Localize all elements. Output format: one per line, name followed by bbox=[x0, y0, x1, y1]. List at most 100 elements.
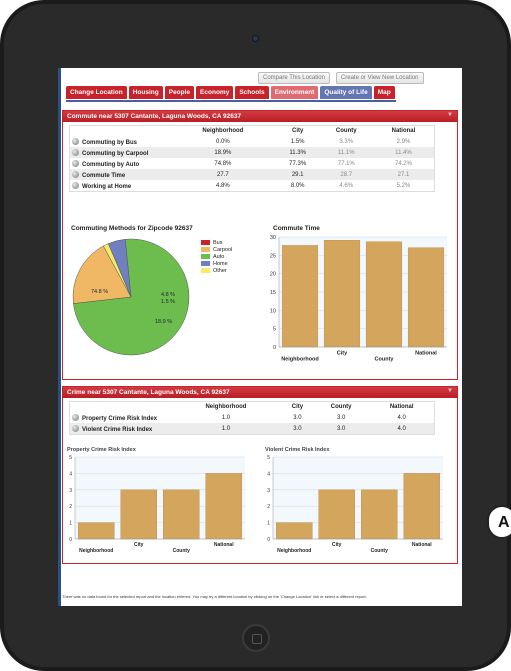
cell: 1.0 bbox=[221, 414, 231, 421]
info-icon[interactable] bbox=[72, 148, 79, 156]
info-icon[interactable] bbox=[72, 181, 79, 189]
tab-map[interactable]: Map bbox=[373, 86, 395, 99]
y-tick-label: 15 bbox=[270, 290, 276, 296]
legend-label: Home bbox=[213, 260, 228, 267]
x-tick-label: National bbox=[214, 542, 234, 548]
x-tick-label: County bbox=[375, 357, 395, 363]
bar-city bbox=[318, 489, 356, 540]
home-button[interactable] bbox=[242, 624, 270, 652]
camera-icon bbox=[252, 35, 259, 42]
legend-item-bus: Bus bbox=[201, 239, 232, 246]
collapse-chevron-icon[interactable]: ▼ bbox=[447, 388, 453, 394]
pie-chart-title: Commuting Methods for Zipcode 92637 bbox=[71, 225, 193, 232]
cell: 4.0 bbox=[369, 423, 434, 434]
tab-quality-of-life[interactable]: Quality of Life bbox=[320, 86, 372, 99]
pie-data-label: 74.8 % bbox=[91, 289, 108, 295]
tab-underline bbox=[66, 100, 396, 102]
legend-swatch bbox=[201, 254, 210, 259]
tab-people[interactable]: People bbox=[164, 86, 195, 99]
cell: 74.2% bbox=[394, 160, 412, 167]
pie-data-label: 18.9 % bbox=[155, 319, 172, 325]
property-crime-bar-chart: 0 1 2 3 4 5 Neighborhood City County National bbox=[69, 455, 245, 554]
y-tick-label: 5 bbox=[273, 327, 276, 333]
y-tick-label: 1 bbox=[69, 521, 72, 527]
info-icon[interactable] bbox=[72, 424, 79, 432]
legend-item-other: Other bbox=[201, 267, 232, 274]
table-row: Property Crime Risk Index 1.0 3.0 3.0 4.… bbox=[70, 412, 434, 423]
tab-economy[interactable]: Economy bbox=[196, 86, 234, 99]
bar-city bbox=[120, 489, 158, 540]
x-tick-label: City bbox=[134, 542, 144, 548]
row-label: Commuting by Carpool bbox=[82, 150, 149, 157]
cell: 8.0% bbox=[290, 182, 305, 189]
cell: 11.3% bbox=[275, 147, 320, 158]
info-icon[interactable] bbox=[72, 170, 79, 178]
tab-schools[interactable]: Schools bbox=[235, 86, 269, 99]
legend-label: Other bbox=[213, 267, 227, 274]
bar-national bbox=[205, 473, 243, 540]
x-tick-label: Neighborhood bbox=[281, 357, 319, 363]
table-row: Commuting by Carpool 18.9% 11.3% 11.1% 1… bbox=[70, 147, 434, 158]
row-label: Commuting by Auto bbox=[82, 161, 140, 168]
tablet-frame: A Compare This Location Create or View N… bbox=[0, 0, 511, 671]
crime-panel-header[interactable]: Crime near 5307 Cantante, Laguna Woods, … bbox=[63, 387, 457, 398]
cell: 3.0 bbox=[281, 423, 313, 434]
commute-methods-pie-chart: 74.8 % 18.9 % 4.8 %1.5 % bbox=[72, 238, 190, 356]
info-icon[interactable] bbox=[72, 137, 79, 145]
commute-table-header: Neighborhood City County National bbox=[70, 126, 434, 136]
y-tick-label: 5 bbox=[267, 455, 270, 461]
bar-neighborhood bbox=[77, 522, 115, 540]
y-tick-label: 2 bbox=[267, 504, 270, 510]
tab-change-location[interactable]: Change Location bbox=[66, 86, 127, 99]
y-tick-label: 20 bbox=[270, 272, 276, 278]
x-tick-label: Neighborhood bbox=[277, 548, 311, 554]
top-button-bar: Compare This Location Create or View New… bbox=[258, 72, 424, 84]
cell: 74.8% bbox=[214, 160, 232, 167]
info-icon[interactable] bbox=[72, 159, 79, 167]
col-city: City bbox=[292, 128, 304, 134]
tab-environment[interactable]: Environment bbox=[270, 86, 319, 99]
bar-neighborhood bbox=[275, 522, 313, 540]
commute-panel-title: Commute near 5307 Cantante, Laguna Woods… bbox=[67, 113, 242, 120]
y-tick-label: 0 bbox=[273, 345, 276, 351]
legend-item-carpool: Carpool bbox=[201, 246, 232, 253]
col-county: County bbox=[335, 128, 357, 134]
commute-panel-header[interactable]: Commute near 5307 Cantante, Laguna Woods… bbox=[63, 111, 457, 122]
bar-national bbox=[403, 473, 441, 540]
cell: 1.0 bbox=[170, 423, 282, 434]
col-county: County bbox=[330, 404, 352, 410]
compare-location-button[interactable]: Compare This Location bbox=[258, 72, 330, 84]
y-tick-label: 10 bbox=[270, 308, 276, 314]
cell: 11.1% bbox=[319, 147, 373, 158]
info-icon[interactable] bbox=[72, 413, 79, 421]
tab-housing[interactable]: Housing bbox=[128, 86, 163, 99]
x-tick-label: National bbox=[412, 542, 432, 548]
bar-county bbox=[360, 489, 398, 540]
pie-data-label: 1.5 % bbox=[161, 299, 175, 305]
report-tabs: Change Location Housing People Economy S… bbox=[66, 86, 395, 99]
legend-item-auto: Auto bbox=[201, 253, 232, 260]
x-tick-label: County bbox=[173, 548, 190, 554]
cell: 27.7 bbox=[170, 169, 276, 180]
y-tick-label: 4 bbox=[69, 471, 72, 477]
legend-label: Bus bbox=[213, 239, 223, 246]
legend-swatch bbox=[201, 261, 210, 266]
legend-label: Auto bbox=[213, 253, 225, 260]
cell: 77.1% bbox=[337, 160, 355, 167]
y-tick-label: 5 bbox=[69, 455, 72, 461]
bar-national bbox=[407, 247, 445, 348]
side-badge-button[interactable]: A bbox=[487, 505, 511, 539]
cell: 4.0 bbox=[397, 414, 406, 421]
cell: 2.9% bbox=[396, 138, 411, 145]
table-row: Violent Crime Risk Index 1.0 3.0 3.0 4.0 bbox=[70, 423, 434, 434]
pie-data-label: 4.8 % bbox=[161, 292, 175, 298]
collapse-chevron-icon[interactable]: ▼ bbox=[447, 112, 453, 118]
cell: 77.3% bbox=[289, 160, 307, 167]
pie-legend: Bus Carpool Auto Home Other bbox=[201, 239, 232, 274]
create-location-button[interactable]: Create or View New Location bbox=[335, 72, 424, 84]
crime-table: Neighborhood City County National Proper… bbox=[70, 402, 434, 434]
app-screen: Compare This Location Create or View New… bbox=[58, 68, 462, 606]
bar-neighborhood bbox=[281, 245, 319, 348]
violent-crime-bar-chart: 0 1 2 3 4 5 Neighborhood City County National bbox=[267, 455, 443, 554]
row-label: Violent Crime Risk Index bbox=[82, 426, 153, 433]
